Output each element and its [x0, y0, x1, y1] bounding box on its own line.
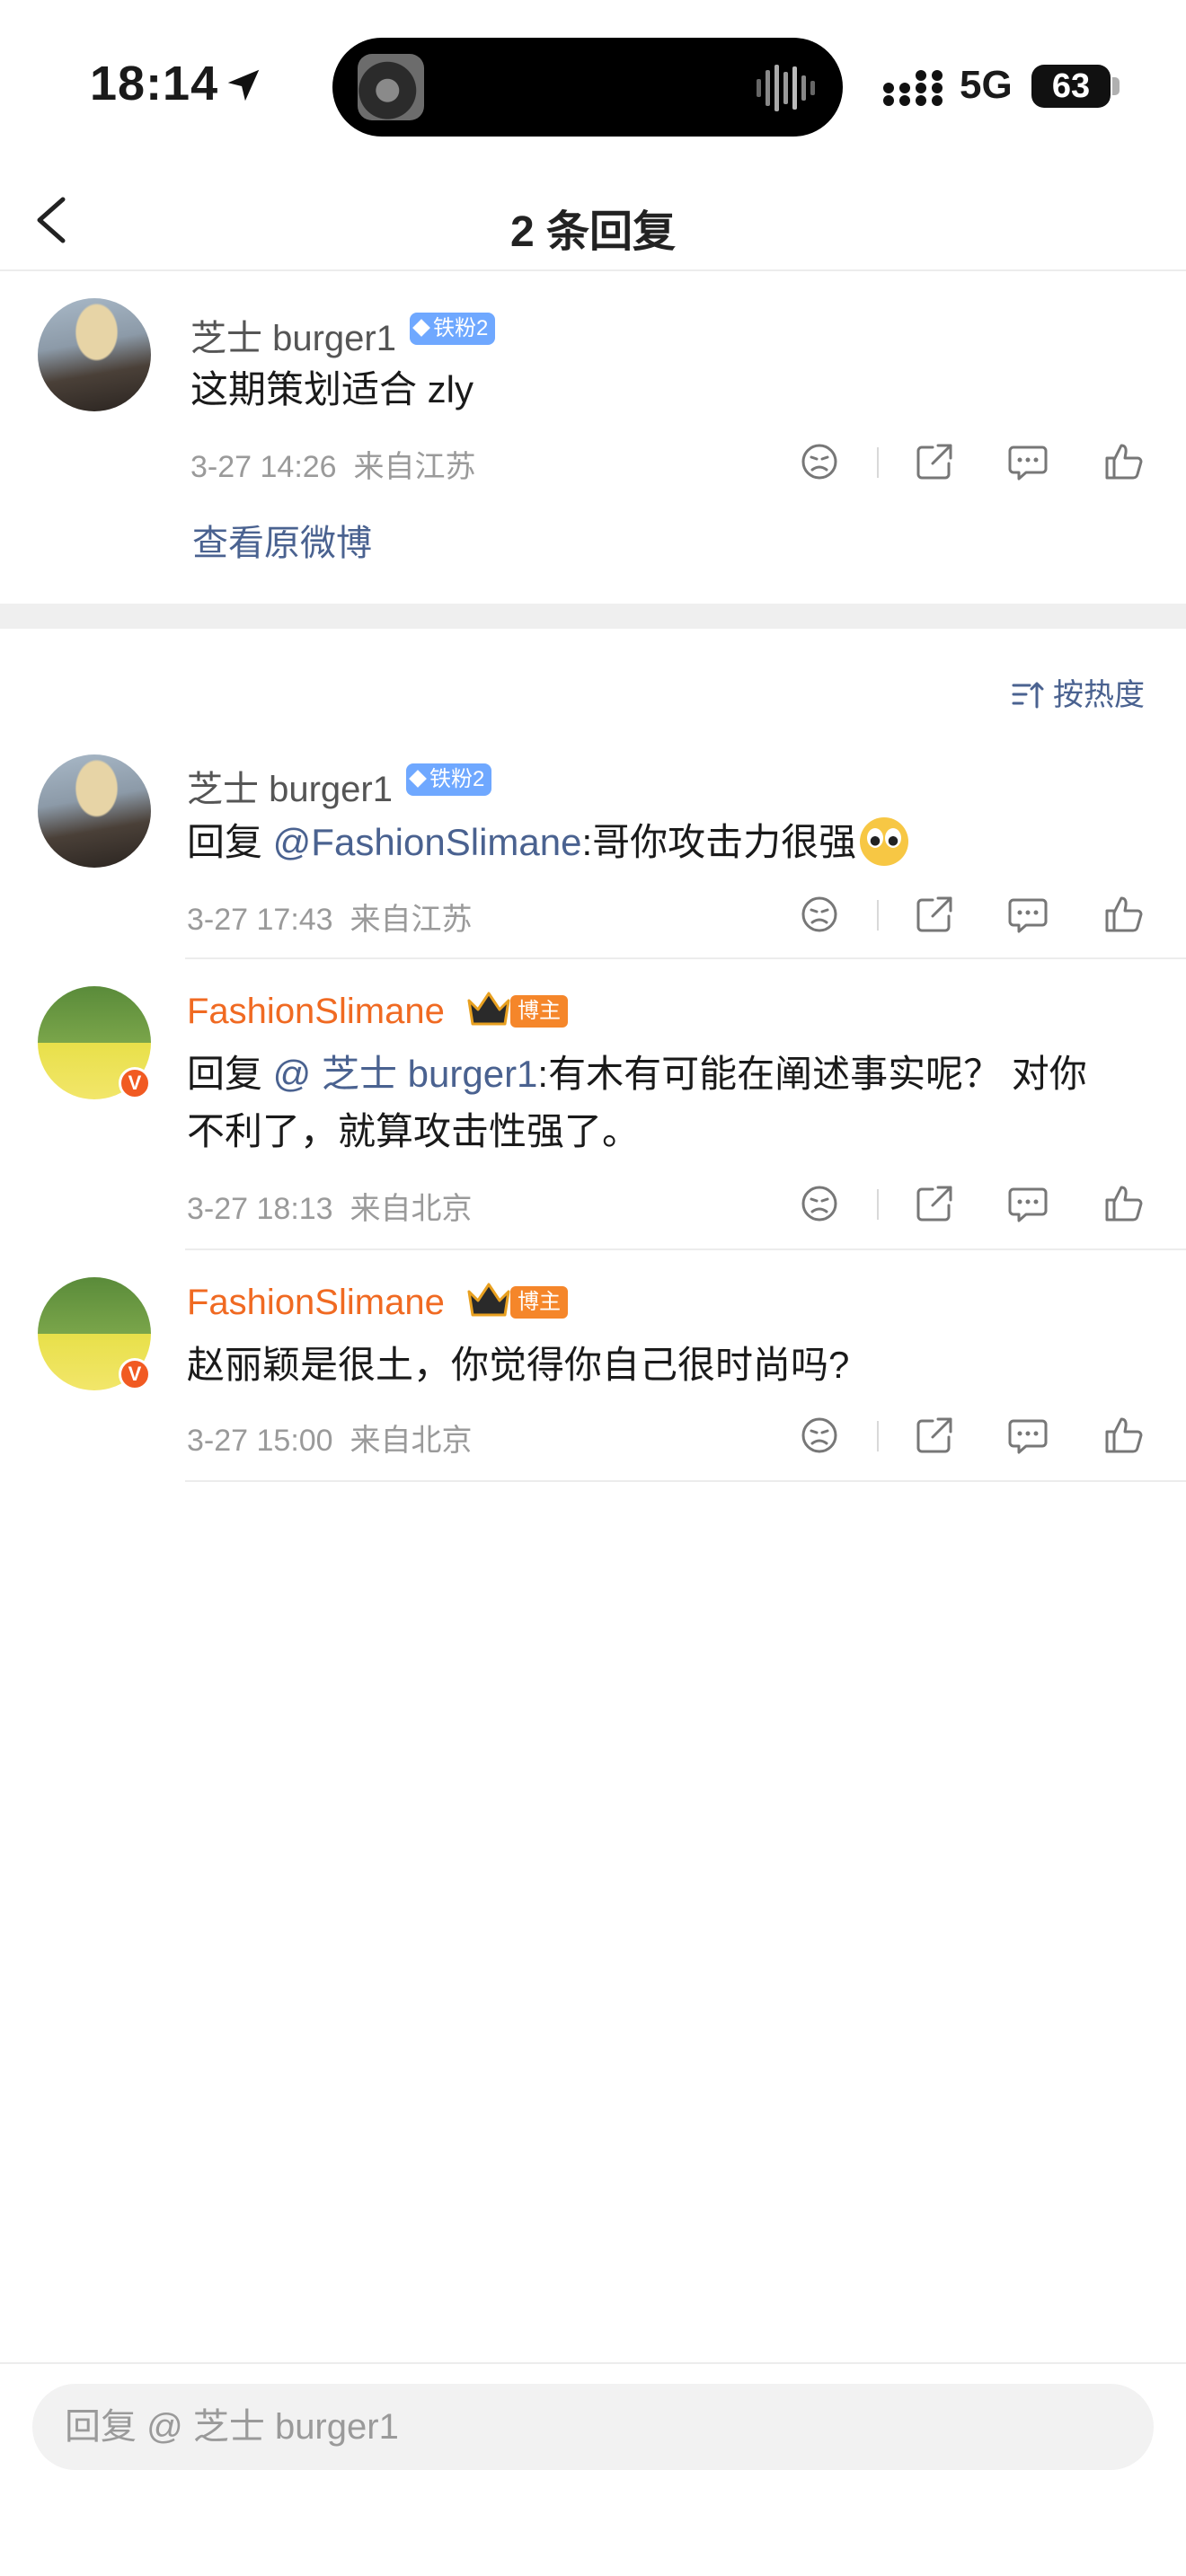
reply-body: :哥你攻击力很强	[581, 821, 857, 863]
action-divider	[877, 1189, 879, 1220]
action-divider	[877, 1421, 879, 1451]
reply-prefix: 回复	[187, 1053, 273, 1095]
reply-body-line1: :有木有可能在阐述事实呢？ 对你	[537, 1053, 1087, 1095]
blogger-badge: 博主	[510, 995, 568, 1028]
verified-icon: V	[119, 1067, 151, 1099]
view-original-post-link[interactable]: 查看原微博	[192, 514, 372, 566]
comment-location: 来自江苏	[353, 450, 476, 484]
avatar[interactable]	[38, 298, 151, 411]
battery-icon: 63	[1031, 65, 1111, 108]
reply-location: 来自北京	[350, 1192, 473, 1226]
sort-toggle[interactable]: 按热度	[1010, 670, 1145, 714]
row-divider	[185, 957, 1186, 959]
reply-meta: 3-27 18:13 来自北京	[187, 1184, 473, 1228]
avatar[interactable]	[38, 754, 151, 868]
crown-icon	[467, 1283, 510, 1317]
reply-text: 回复 @ 芝士 burger1:有木有可能在阐述事实呢？ 对你不利了，就算攻击性…	[187, 1045, 1139, 1160]
comment-icon[interactable]	[1006, 440, 1049, 483]
reply-meta: 3-27 17:43 来自江苏	[187, 895, 473, 939]
dynamic-island[interactable]	[332, 38, 843, 137]
dislike-face-icon[interactable]	[798, 893, 841, 936]
share-icon[interactable]	[913, 440, 956, 483]
reply-prefix: 回复	[187, 821, 273, 863]
verified-icon: V	[119, 1358, 151, 1390]
dislike-face-icon[interactable]	[798, 440, 841, 483]
reply-time: 3-27 17:43	[187, 903, 333, 937]
sort-icon	[1012, 682, 1044, 709]
mention-link[interactable]: @ 芝士 burger1	[273, 1053, 538, 1095]
fan-level-badge: 铁粉2	[410, 313, 496, 345]
like-icon[interactable]	[1102, 1182, 1145, 1225]
rolling-eyes-emoji	[860, 817, 909, 866]
reply-time: 3-27 18:13	[187, 1192, 333, 1226]
action-divider	[877, 900, 879, 931]
dislike-face-icon[interactable]	[798, 1182, 841, 1225]
comment-icon[interactable]	[1006, 1182, 1049, 1225]
comment-icon[interactable]	[1006, 893, 1049, 936]
share-icon[interactable]	[913, 1182, 956, 1225]
crown-icon	[467, 992, 510, 1026]
like-icon[interactable]	[1102, 1414, 1145, 1457]
now-playing-artwork	[358, 54, 424, 120]
diamond-icon	[412, 319, 430, 337]
battery-cap	[1112, 77, 1120, 95]
reply-bar	[0, 2362, 1186, 2576]
comment-time: 3-27 14:26	[190, 450, 337, 484]
audio-waveform-icon	[757, 65, 815, 111]
reply-input[interactable]	[32, 2384, 1154, 2470]
comment-username[interactable]: 芝士 burger1	[190, 309, 396, 361]
reply-time: 3-27 15:00	[187, 1424, 333, 1458]
status-bar: 18:14 5G 63	[0, 0, 1186, 171]
like-icon[interactable]	[1102, 440, 1145, 483]
fan-badge-label: 铁粉2	[429, 767, 485, 791]
reply-location: 来自北京	[350, 1424, 473, 1458]
reply-username[interactable]: 芝士 burger1	[187, 760, 393, 812]
reply-body-line2: 不利了，就算攻击性强了。	[187, 1110, 641, 1152]
comment-text: 这期策划适合 zly	[190, 368, 474, 410]
fan-badge-label: 铁粉2	[433, 316, 489, 340]
network-type: 5G	[960, 63, 1013, 107]
nav-bar: 2 条回复	[0, 171, 1186, 271]
status-time: 18:14	[90, 57, 219, 110]
location-arrow-icon	[227, 69, 260, 101]
reply-username[interactable]: FashionSlimane	[187, 1283, 445, 1323]
row-divider	[185, 1480, 1186, 1482]
diamond-icon	[409, 770, 427, 788]
fan-level-badge: 铁粉2	[406, 763, 492, 796]
reply-text: 赵丽颖是很土，你觉得你自己很时尚吗?	[187, 1344, 850, 1386]
reply-username[interactable]: FashionSlimane	[187, 992, 445, 1032]
reply-meta: 3-27 15:00 来自北京	[187, 1416, 473, 1460]
page-title: 2 条回复	[509, 208, 677, 256]
dislike-face-icon[interactable]	[798, 1414, 841, 1457]
section-divider	[0, 604, 1186, 629]
sort-label: 按热度	[1053, 678, 1145, 712]
share-icon[interactable]	[913, 1414, 956, 1457]
like-icon[interactable]	[1102, 893, 1145, 936]
share-icon[interactable]	[913, 893, 956, 936]
reply-text: 回复 @FashionSlimane:哥你攻击力很强	[187, 814, 909, 871]
mention-link[interactable]: @FashionSlimane	[273, 821, 582, 863]
comment-meta: 3-27 14:26 来自江苏	[190, 442, 476, 486]
cellular-signal-icon	[883, 70, 943, 106]
row-divider	[185, 1248, 1186, 1250]
action-divider	[877, 447, 879, 478]
blogger-badge: 博主	[510, 1286, 568, 1319]
comment-icon[interactable]	[1006, 1414, 1049, 1457]
reply-location: 来自江苏	[350, 903, 473, 937]
